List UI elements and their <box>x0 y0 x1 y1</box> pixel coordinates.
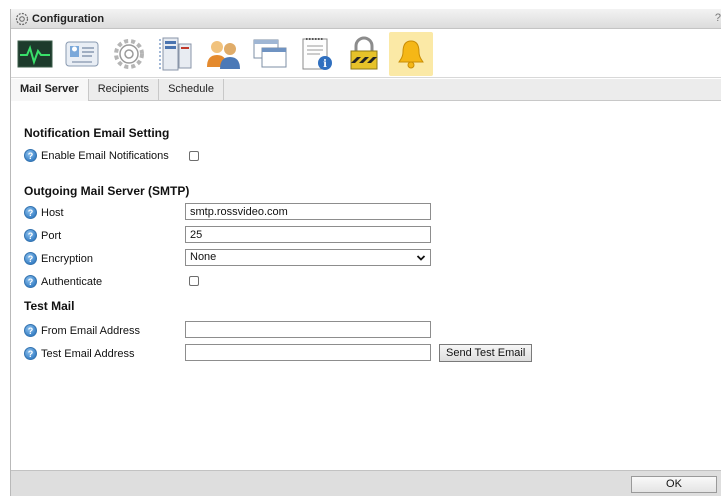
gear-icon <box>15 12 29 25</box>
chevron-down-icon <box>416 254 426 261</box>
test-email-row: ? Test Email Address <box>24 347 135 360</box>
window-title: Configuration <box>32 12 105 25</box>
help-icon[interactable]: ? <box>24 324 37 337</box>
icon-toolbar: i <box>11 30 721 78</box>
configuration-window: Configuration ? i Mail Server Recipients… <box>10 9 721 496</box>
port-row: ? Port <box>24 229 61 242</box>
smtp-section-title: Outgoing Mail Server (SMTP) <box>24 184 190 198</box>
host-label: Host <box>41 206 64 219</box>
help-icon[interactable]: ? <box>24 206 37 219</box>
security-lock-icon[interactable] <box>342 32 386 76</box>
help-icon[interactable]: ? <box>24 252 37 265</box>
notification-bell-icon[interactable] <box>389 31 433 76</box>
tab-mail-server[interactable]: Mail Server <box>11 79 89 101</box>
help-icon[interactable]: ? <box>24 275 37 288</box>
windows-icon[interactable] <box>248 32 292 76</box>
help-icon[interactable]: ? <box>24 347 37 360</box>
close-icon[interactable]: ? <box>715 12 721 24</box>
enable-notifications-label: Enable Email Notifications <box>41 149 169 162</box>
enable-notifications-row: ? Enable Email Notifications <box>24 149 169 162</box>
encryption-label: Encryption <box>41 252 93 265</box>
test-email-input[interactable] <box>185 344 431 361</box>
encryption-select[interactable]: None <box>185 249 431 266</box>
help-icon[interactable]: ? <box>24 229 37 242</box>
tab-schedule[interactable]: Schedule <box>159 79 224 101</box>
test-email-label: Test Email Address <box>41 347 135 360</box>
notes-info-icon[interactable]: i <box>295 32 339 76</box>
send-test-email-button[interactable]: Send Test Email <box>439 344 533 362</box>
encryption-row: ? Encryption <box>24 252 93 265</box>
device-info-icon[interactable] <box>60 32 104 76</box>
network-icon[interactable] <box>154 32 198 76</box>
title-bar[interactable]: Configuration ? <box>11 9 721 29</box>
authenticate-checkbox[interactable] <box>189 276 199 286</box>
test-mail-section-title: Test Mail <box>24 299 75 313</box>
users-icon[interactable] <box>201 32 245 76</box>
authenticate-row: ? Authenticate <box>24 275 102 288</box>
mail-server-panel: Notification Email Setting ? Enable Emai… <box>11 102 721 470</box>
from-email-row: ? From Email Address <box>24 324 140 337</box>
enable-notifications-checkbox[interactable] <box>189 151 199 161</box>
tab-recipients[interactable]: Recipients <box>89 79 160 101</box>
port-label: Port <box>41 229 62 242</box>
port-input[interactable] <box>185 226 431 243</box>
tab-bar: Mail Server Recipients Schedule <box>11 79 721 101</box>
notification-section-title: Notification Email Setting <box>24 126 170 140</box>
svg-text:i: i <box>323 59 327 70</box>
authenticate-label: Authenticate <box>41 275 103 288</box>
help-icon[interactable]: ? <box>24 149 37 162</box>
footer-bar: OK <box>11 470 721 496</box>
ok-button[interactable]: OK <box>631 476 717 493</box>
from-email-label: From Email Address <box>41 324 141 337</box>
monitoring-icon[interactable] <box>13 32 57 76</box>
settings-gear-icon[interactable] <box>107 32 151 76</box>
from-email-input[interactable] <box>185 321 431 338</box>
encryption-selected-value: None <box>190 251 217 263</box>
host-input[interactable] <box>185 203 431 220</box>
host-row: ? Host <box>24 206 64 219</box>
